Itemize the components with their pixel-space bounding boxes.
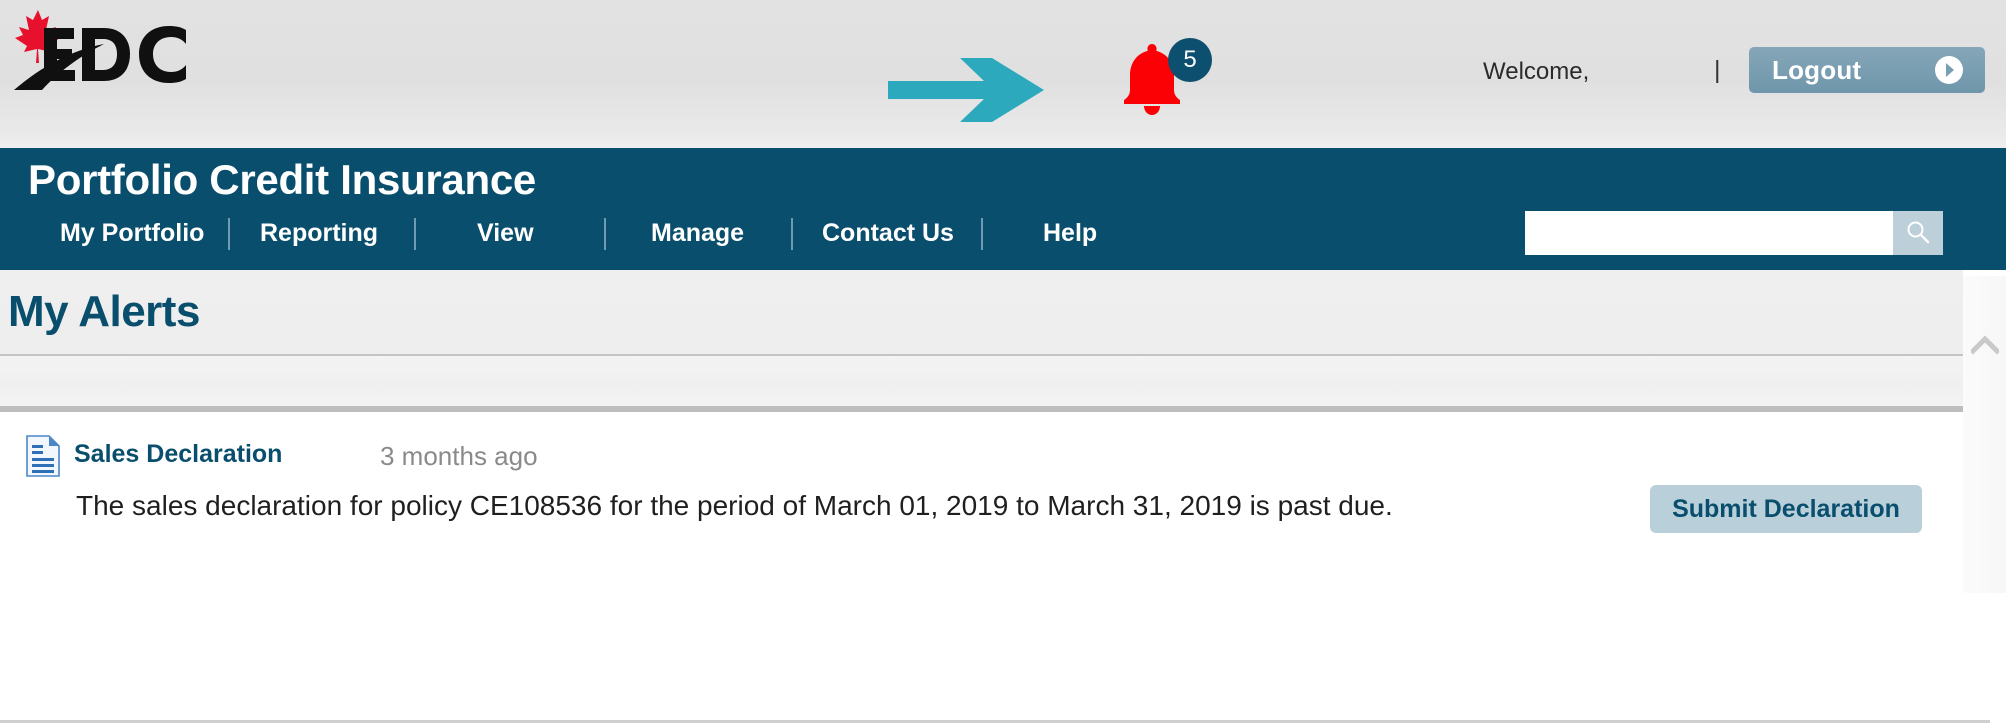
page-body: My Alerts Sales Declaration 3 months ago… [0,270,2006,723]
edc-logo[interactable] [8,6,258,98]
top-header: 5 Welcome, | Logout [0,0,2006,148]
brand-navigation-band: Portfolio Credit Insurance My Portfolio … [0,148,2006,270]
alert-list-item[interactable]: Sales Declaration 3 months ago The sales… [0,412,1990,723]
main-navigation: My Portfolio Reporting View Manage Conta… [0,211,2006,270]
nav-separator [604,218,606,250]
notification-bell[interactable]: 5 [1118,38,1218,116]
nav-item-contact-us[interactable]: Contact Us [822,216,954,250]
nav-separator [414,218,416,250]
nav-item-help[interactable]: Help [1043,216,1097,250]
document-icon [26,435,60,477]
nav-item-view[interactable]: View [477,216,534,250]
search-input[interactable] [1525,211,1893,255]
logout-button-label: Logout [1772,54,1862,85]
header-separator: | [1714,56,1721,84]
alert-message: The sales declaration for policy CE10853… [76,490,1393,521]
arrow-right-icon [888,54,1048,126]
search-button[interactable] [1893,211,1943,255]
nav-item-reporting[interactable]: Reporting [260,216,378,250]
page-title: My Alerts [8,287,200,336]
search-icon [1905,219,1931,248]
search-box [1525,211,1943,255]
toolbar-band [0,356,2006,406]
notification-count-badge: 5 [1168,38,1212,82]
logout-button[interactable]: Logout [1749,47,1985,93]
chevron-right-circle-icon [1934,55,1964,85]
alert-timestamp: 3 months ago [380,441,538,471]
scrollbar-top-edge [1963,270,2006,276]
nav-separator [981,218,983,250]
alert-type-label[interactable]: Sales Declaration [74,440,282,469]
nav-item-my-portfolio[interactable]: My Portfolio [60,216,204,250]
submit-declaration-button[interactable]: Submit Declaration [1650,485,1922,533]
nav-separator [791,218,793,250]
page-title-zone: My Alerts [0,270,2006,355]
nav-item-manage[interactable]: Manage [651,216,744,250]
nav-separator [228,218,230,250]
vertical-scrollbar[interactable] [1963,270,2006,593]
page-brand-title: Portfolio Credit Insurance [28,156,536,203]
chevron-up-icon[interactable] [1969,335,2001,355]
app-page: 5 Welcome, | Logout Portfolio Credit Ins… [0,0,2006,723]
welcome-label: Welcome, [1483,58,1590,85]
